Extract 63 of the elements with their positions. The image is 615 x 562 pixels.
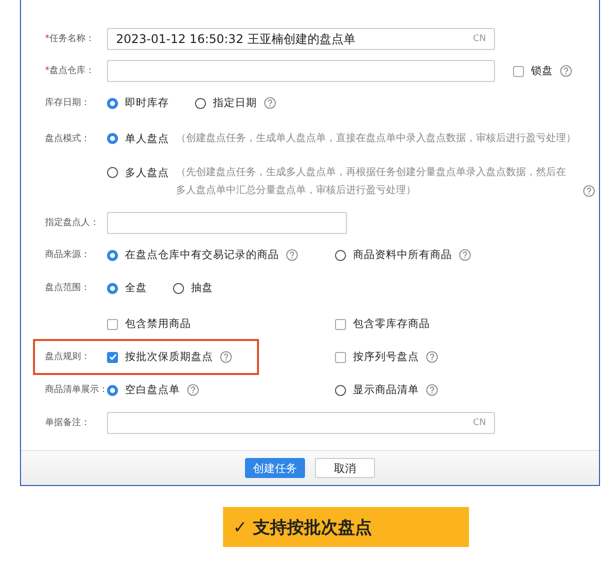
radio-button[interactable] [195,98,206,108]
field-label: 指定盘点人： [45,216,99,230]
option-label: 按序列号盘点 [353,350,419,365]
option-label: 包含零库存商品 [353,317,430,332]
radio-button[interactable] [107,250,118,260]
feature-banner: ✓ 支持按批次盘点 [223,507,469,547]
radio-button[interactable] [107,167,118,178]
help-icon[interactable] [426,384,438,396]
field-label: 盘点仓库： [50,64,94,78]
field-label: 任务名称： [50,32,94,46]
help-icon[interactable] [426,351,438,363]
radio-button[interactable] [107,384,118,396]
option-label: 商品资料中所有商品 [353,248,452,263]
language-label: CN [472,34,486,44]
check-icon [108,353,116,361]
field-value: 2023-01-12 16:50:32 王亚楠创建的盘点单 [116,30,356,48]
option-label: 按批次保质期盘点 [125,350,213,365]
radio-button[interactable] [107,98,118,108]
cancel-button[interactable]: 取消 [315,458,375,478]
required-mark: * [45,65,50,78]
radio-button[interactable] [107,133,118,144]
option-description: （创建盘点任务，生成单人盘点单，直接在盘点单中录入盘点数据，审核后进行盈亏处理） [176,132,577,146]
option-label: 包含禁用商品 [125,317,191,332]
help-icon[interactable] [560,65,572,77]
option-label: 即时库存 [125,96,169,111]
option-label: 空白盘点单 [125,383,180,398]
option-label: 显示商品清单 [353,383,419,398]
text-field[interactable] [107,60,495,82]
field-label: 商品来源： [45,248,90,262]
help-icon[interactable] [187,384,199,396]
field-label: 单据备注： [45,416,90,430]
text-field[interactable]: 2023-01-12 16:50:32 王亚楠创建的盘点单 CN [107,28,495,50]
option-label: 单人盘点 [125,132,169,147]
checkbox[interactable] [513,66,524,76]
radio-button[interactable] [107,282,118,294]
field-label: 库存日期： [45,96,90,110]
checkbox[interactable] [335,318,346,330]
option-label: 全盘 [125,281,147,296]
option-label: 多人盘点 [125,166,169,181]
checkbox[interactable] [107,318,118,330]
field-label: 商品清单展示： [45,384,108,397]
text-field[interactable] [107,212,347,234]
language-label: CN [472,418,486,428]
radio-button[interactable] [335,250,346,260]
option-label: 在盘点仓库中有交易记录的商品 [125,248,279,263]
field-label: 盘点规则： [45,350,90,364]
create-button[interactable]: 创建任务 [245,458,305,478]
help-icon[interactable] [220,351,232,363]
option-label: 锁盘 [531,64,553,79]
checkbox[interactable] [335,352,346,362]
help-icon[interactable] [459,249,471,261]
checkbox[interactable] [107,352,118,362]
field-label: 盘点模式： [45,132,90,146]
help-icon[interactable] [264,97,276,109]
radio-button[interactable] [173,282,184,294]
field-label: 盘点范围： [45,282,90,295]
option-label: 指定日期 [213,96,257,111]
radio-button[interactable] [335,384,346,396]
help-icon[interactable] [286,249,298,261]
required-mark: * [45,33,50,46]
option-label: 抽盘 [191,281,213,296]
help-icon[interactable] [583,185,595,197]
option-description: （先创建盘点任务，生成多人盘点单，再根据任务创建分量盘点单录入盘点数据，然后在多人盘点单中汇总分量盘点单，审核后进行盈亏处理） [176,166,567,198]
